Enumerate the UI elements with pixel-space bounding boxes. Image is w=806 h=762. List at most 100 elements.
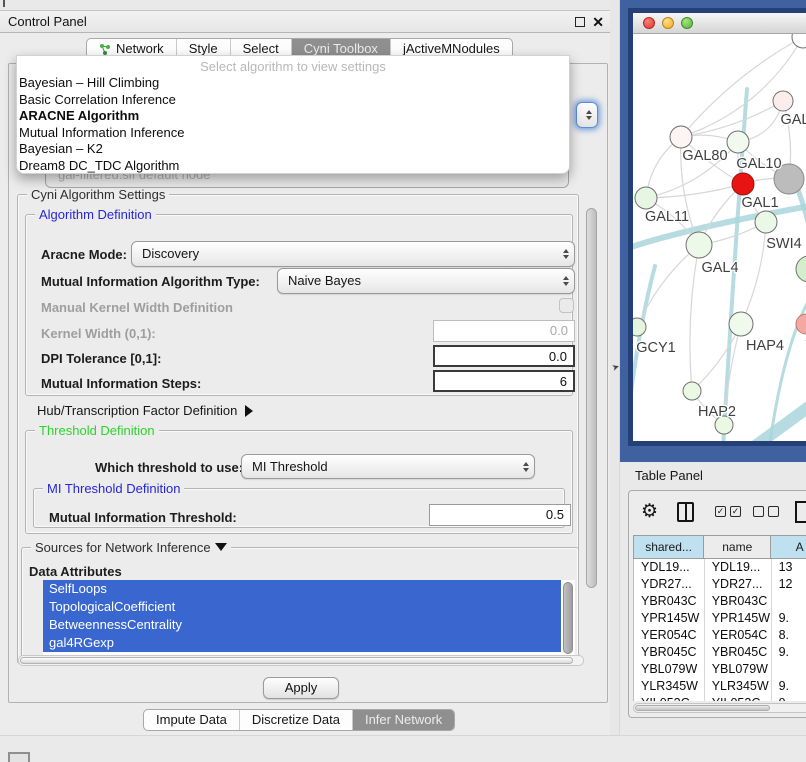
unchecked-pair-icon[interactable] — [753, 506, 779, 517]
table-cell[interactable]: YIL052C — [634, 695, 705, 701]
table-cell[interactable]: YDL19... — [705, 559, 772, 576]
apply-button[interactable]: Apply — [263, 677, 339, 699]
table-cell[interactable]: YDR27... — [634, 576, 705, 593]
table-cell[interactable]: YBL079W — [634, 661, 705, 678]
inference-algorithm-combobox-stepper[interactable] — [576, 102, 598, 128]
table-row[interactable]: YBR043CYBR043C — [634, 593, 806, 610]
attribute-item[interactable]: gal4RGexp — [43, 634, 561, 652]
table-row[interactable]: YBR045CYBR045C9. — [634, 644, 806, 661]
table-row[interactable]: YDL19...YDL19...13 — [634, 559, 806, 576]
table-cell[interactable] — [772, 661, 806, 678]
hscroll-thumb[interactable] — [20, 657, 573, 664]
network-node[interactable] — [792, 34, 806, 48]
sources-group-title[interactable]: Sources for Network Inference — [31, 540, 231, 555]
network-edge[interactable] — [646, 184, 743, 198]
attribute-item[interactable]: TopologicalCoefficient — [43, 598, 561, 616]
table-cell[interactable]: YPR145W — [705, 610, 772, 627]
vscroll-thumb[interactable] — [586, 208, 597, 588]
table-row[interactable]: YDR27...YDR27...12 — [634, 576, 806, 593]
network-node-y[interactable] — [796, 314, 806, 334]
column-header[interactable]: A — [771, 535, 806, 559]
table-horizontal-scrollbar[interactable] — [633, 703, 806, 713]
algorithm-option[interactable]: Mutual Information Inference — [17, 125, 569, 142]
network-node[interactable] — [796, 256, 806, 282]
mi-threshold-field[interactable]: 0.5 — [429, 504, 571, 526]
table-cell[interactable]: YBL079W — [705, 661, 772, 678]
network-node-gcy1[interactable] — [633, 318, 646, 336]
network-edge[interactable] — [741, 222, 766, 324]
network-node-gal[interactable] — [773, 91, 793, 111]
table-cell[interactable]: 9. — [772, 644, 806, 661]
table-row[interactable]: YLR345WYLR345W9. — [634, 678, 806, 695]
table-hscroll-thumb[interactable] — [635, 705, 770, 711]
float-window-icon[interactable] — [575, 17, 585, 27]
manual-kernel-width-checkbox[interactable] — [559, 298, 574, 313]
network-edge[interactable] — [637, 245, 699, 327]
attribute-item[interactable]: SelfLoops — [43, 580, 561, 598]
column-header[interactable]: shared... — [633, 535, 704, 559]
table-cell[interactable]: 9. — [772, 610, 806, 627]
network-node-gal11[interactable] — [635, 187, 657, 209]
close-icon[interactable]: ✕ — [592, 13, 604, 32]
document-icon[interactable] — [795, 501, 806, 523]
settings-vertical-scrollbar[interactable] — [585, 200, 599, 662]
network-node-swi4[interactable] — [755, 211, 777, 233]
table-row[interactable]: YBL079WYBL079W — [634, 661, 806, 678]
mac-close-button[interactable] — [643, 17, 655, 29]
attributes-list-scrollbar[interactable] — [563, 582, 573, 654]
table-cell[interactable]: YDR27... — [705, 576, 772, 593]
which-threshold-combobox[interactable]: MI Threshold — [241, 454, 535, 479]
checked-pair-icon[interactable]: ✓✓ — [715, 506, 741, 517]
algorithm-option[interactable]: Dream8 DC_TDC Algorithm — [17, 158, 569, 175]
table-cell[interactable]: 12 — [772, 576, 806, 593]
gear-icon[interactable]: ⚙ — [641, 499, 658, 525]
network-edge[interactable] — [690, 245, 699, 391]
dock-grip-icon[interactable] — [8, 752, 30, 762]
table-cell[interactable]: YER054C — [705, 627, 772, 644]
panel-splitter[interactable] — [610, 0, 620, 762]
algorithm-option[interactable]: Bayesian – K2 — [17, 141, 569, 158]
table-cell[interactable]: YBR043C — [705, 593, 772, 610]
table-cell[interactable] — [772, 593, 806, 610]
table-cell[interactable]: 9. — [772, 695, 806, 701]
network-node-hap2[interactable] — [683, 382, 701, 400]
table-cell[interactable]: YLR345W — [705, 678, 772, 695]
table-cell[interactable]: YBR045C — [634, 644, 705, 661]
column-header[interactable]: name — [704, 535, 771, 559]
algorithm-option[interactable]: Bayesian – Hill Climbing — [17, 75, 569, 92]
table-cell[interactable]: 8. — [772, 627, 806, 644]
table-row[interactable]: YIL052CYIL052C9. — [634, 695, 806, 701]
table-cell[interactable]: YBR043C — [634, 593, 705, 610]
table-row[interactable]: YER054CYER054C8. — [634, 627, 806, 644]
table-row[interactable]: YPR145WYPR145W9. — [634, 610, 806, 627]
network-view-window[interactable]: GALGAL80GAL10GAL1GAL11SWI4GAL4GCY1HAP4YH… — [628, 8, 806, 446]
network-node-gal10[interactable] — [727, 131, 749, 153]
table-cell[interactable]: YIL052C — [705, 695, 772, 701]
tab-infer-network[interactable]: Infer Network — [352, 710, 454, 730]
tab-discretize-data[interactable]: Discretize Data — [239, 710, 352, 730]
columns-icon[interactable] — [677, 502, 694, 522]
data-attributes-list[interactable]: SelfLoopsTopologicalCoefficientBetweenne… — [43, 580, 575, 662]
network-node-gal80[interactable] — [670, 126, 692, 148]
table-cell[interactable]: 9. — [772, 678, 806, 695]
mac-minimize-button[interactable] — [662, 17, 674, 29]
dpi-tolerance-field[interactable]: 0.0 — [433, 345, 575, 367]
mi-algorithm-type-combobox[interactable]: Naive Bayes — [277, 268, 575, 294]
aracne-mode-combobox[interactable]: Discovery — [131, 241, 575, 267]
hub-definition-toggle[interactable]: Hub/Transcription Factor Definition — [37, 403, 253, 418]
algorithm-option[interactable]: Basic Correlation Inference — [17, 92, 569, 109]
table-cell[interactable]: YBR045C — [705, 644, 772, 661]
network-node-gal1[interactable] — [732, 173, 754, 195]
network-node-gal4[interactable] — [686, 232, 712, 258]
settings-horizontal-scrollbar[interactable] — [18, 655, 584, 666]
kernel-width-field[interactable]: 0.0 — [433, 320, 575, 342]
mac-zoom-button[interactable] — [681, 17, 693, 29]
network-node-hap4[interactable] — [729, 312, 753, 336]
table-cell[interactable]: 13 — [772, 559, 806, 576]
tab-impute-data[interactable]: Impute Data — [144, 710, 239, 730]
attribute-item[interactable]: BetweennessCentrality — [43, 616, 561, 634]
mi-steps-field[interactable]: 6 — [433, 370, 575, 392]
table-cell[interactable]: YLR345W — [634, 678, 705, 695]
table-cell[interactable]: YPR145W — [634, 610, 705, 627]
algorithm-option[interactable]: ARACNE Algorithm — [17, 108, 569, 125]
